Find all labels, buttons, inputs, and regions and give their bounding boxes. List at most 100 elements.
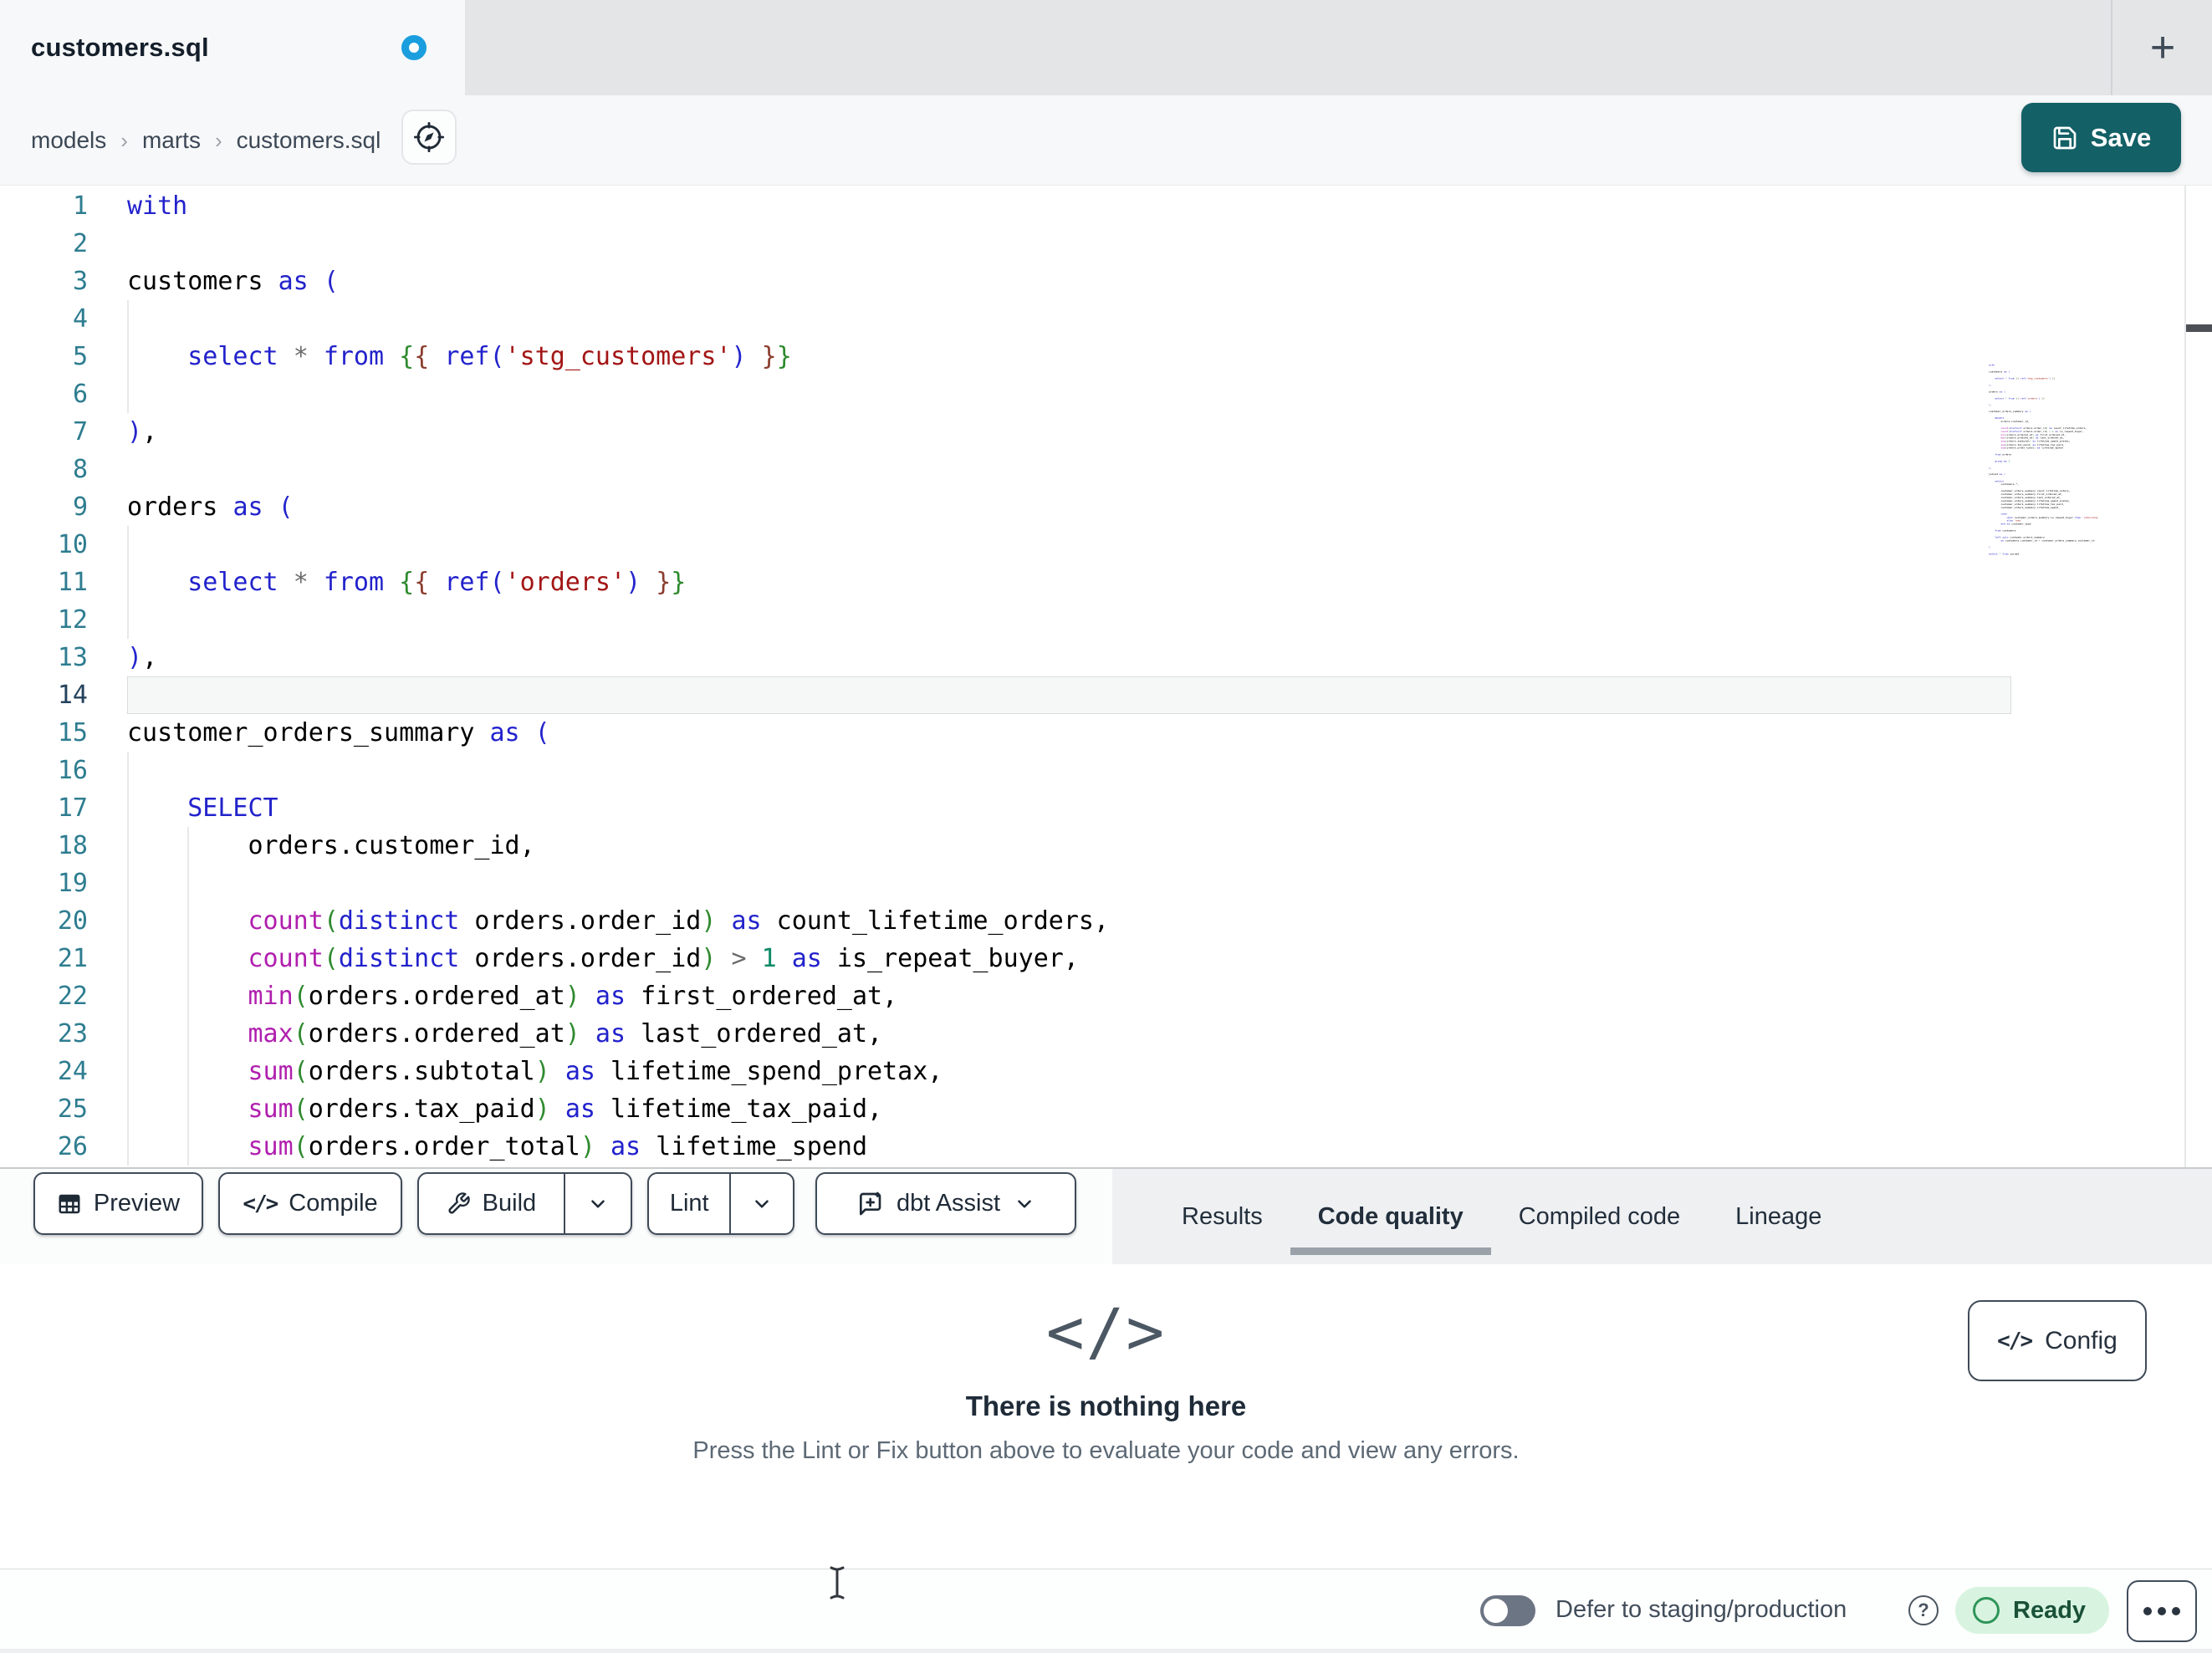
text-cursor-pointer	[830, 1566, 845, 1599]
tab-results[interactable]: Results	[1154, 1169, 1290, 1264]
code-line: select * from joined	[1989, 552, 2020, 556]
code-line: max(orders.ordered_at) as last_ordered_a…	[248, 1019, 883, 1048]
code-line: sum(orders.order_total) as lifetime_spen…	[248, 1132, 868, 1161]
empty-state-subtitle: Press the Lint or Fix button above to ev…	[692, 1437, 1520, 1464]
build-dropdown-button[interactable]	[563, 1174, 631, 1233]
line-number: 5	[72, 342, 88, 371]
code-line: sum(orders.tax_paid) as lifetime_tax_pai…	[248, 1094, 883, 1124]
config-button[interactable]: </> Config	[1968, 1300, 2147, 1381]
lint-split-button: Lint	[647, 1172, 794, 1235]
new-tab-button[interactable]: +	[2125, 0, 2200, 95]
line-number: 18	[57, 831, 88, 860]
code-line: min(orders.ordered_at) as first_ordered_…	[248, 982, 898, 1011]
more-options-button[interactable]	[2127, 1580, 2197, 1642]
tab-bar: customers.sql +	[0, 0, 2212, 95]
compass-icon	[413, 121, 445, 153]
line-number: 20	[57, 906, 88, 936]
code-line: select * from {{ ref('stg_customers') }}	[187, 342, 792, 371]
dbt-assist-button[interactable]: dbt Assist	[815, 1172, 1076, 1235]
ready-status-badge: Ready	[1955, 1587, 2109, 1634]
table-icon	[59, 1194, 80, 1213]
lint-dropdown-button[interactable]	[729, 1174, 793, 1233]
line-number: 15	[57, 718, 88, 747]
line-number: 10	[57, 530, 88, 559]
ellipsis-icon	[2143, 1607, 2152, 1615]
line-number: 21	[57, 944, 88, 973]
tab-customers-sql[interactable]: customers.sql	[0, 0, 465, 95]
save-icon	[2053, 126, 2077, 149]
dbt-assist-label: dbt Assist	[896, 1190, 1001, 1217]
breadcrumb-item-models[interactable]: models	[31, 127, 106, 154]
code-line: ),	[127, 643, 158, 672]
empty-state: </> There is nothing here Press the Lint…	[0, 1264, 2212, 1465]
toggle-knob	[1484, 1599, 1508, 1623]
code-line: SELECT	[187, 793, 278, 823]
line-number: 26	[57, 1132, 88, 1161]
minimap[interactable]: with customers as ( select * from {{ ref…	[1989, 364, 2144, 563]
ready-status-icon	[1973, 1597, 2000, 1624]
line-number: 14	[57, 681, 88, 710]
line-number: 8	[72, 455, 88, 484]
code-editor[interactable]: 1 2 3 4 5 6 7 8 9 10 11 12 13 14 15 16 17 18 19 20 21 22 23 24 2…	[0, 186, 2184, 1167]
code-line: customers as (	[127, 267, 339, 296]
unsaved-changes-dot-icon	[401, 35, 427, 60]
status-bar: Defer to staging/production ? Ready	[0, 1569, 2212, 1653]
help-icon[interactable]: ?	[1908, 1595, 1939, 1625]
build-split-button: Build	[417, 1172, 632, 1235]
dbt-ide-window: { "colors": { "accent_teal": "#136066", …	[0, 0, 2212, 1653]
empty-state-title: There is nothing here	[965, 1390, 1247, 1421]
save-button[interactable]: Save	[2021, 103, 2181, 172]
tab-compiled-code[interactable]: Compiled code	[1491, 1169, 1708, 1264]
panel-toolbar: Preview </> Compile Build Lint dbt Assis…	[0, 1167, 2212, 1264]
lint-button[interactable]: Lint	[649, 1174, 729, 1233]
line-number: 9	[72, 492, 88, 522]
build-button[interactable]: Build	[419, 1174, 564, 1233]
preview-label: Preview	[93, 1190, 181, 1217]
breadcrumb-item-marts[interactable]: marts	[142, 127, 201, 154]
line-number: 11	[57, 568, 88, 597]
chevron-down-icon	[755, 1199, 769, 1208]
panel-body: </> There is nothing here Press the Lint…	[0, 1264, 2212, 1569]
tab-lineage[interactable]: Lineage	[1708, 1169, 1849, 1264]
build-label: Build	[482, 1190, 537, 1217]
code-line: with	[127, 191, 188, 221]
defer-label: Defer to staging/production	[1556, 1595, 1847, 1623]
code-line: select * from {{ ref('orders') }}	[187, 568, 687, 597]
scrollbar-thumb[interactable]	[2186, 324, 2212, 332]
breadcrumb-bar: models › marts › customers.sql Save	[0, 95, 2212, 186]
compile-label: Compile	[289, 1190, 378, 1217]
save-label: Save	[2090, 122, 2152, 152]
code-line: count(distinct orders.order_id) > 1 as i…	[248, 944, 1079, 973]
code-line: count(distinct orders.order_id) as count…	[248, 906, 1110, 936]
lint-label: Lint	[669, 1190, 709, 1217]
overview-ruler	[2184, 186, 2186, 1167]
compile-button[interactable]: </> Compile	[218, 1172, 402, 1235]
tab-code-quality[interactable]: Code quality	[1290, 1169, 1491, 1264]
breadcrumb-item-file[interactable]: customers.sql	[237, 127, 381, 154]
line-number: 2	[72, 229, 88, 258]
file-navigate-button[interactable]	[401, 110, 457, 165]
line-number: 1	[72, 191, 88, 221]
code-text-area[interactable]: with customers as ( select * from {{ ref…	[127, 187, 1109, 1166]
line-number: 25	[57, 1094, 88, 1124]
chevron-down-icon	[1018, 1199, 1031, 1208]
line-number: 22	[57, 982, 88, 1011]
code-line: orders.customer_id,	[127, 831, 535, 860]
code-line: customer_orders_summary as (	[127, 718, 550, 747]
breadcrumb: models › marts › customers.sql	[31, 95, 381, 186]
tab-bar-divider	[2111, 0, 2112, 95]
defer-toggle[interactable]	[1480, 1595, 1535, 1626]
preview-button[interactable]: Preview	[33, 1172, 203, 1235]
plus-icon: +	[2149, 23, 2176, 72]
line-number: 23	[57, 1019, 88, 1048]
panel-tabs: Results Code quality Compiled code Linea…	[1154, 1169, 1849, 1264]
assist-chat-icon	[859, 1191, 881, 1215]
code-line: sum(orders.subtotal) as lifetime_spend_p…	[248, 1057, 943, 1086]
line-number: 3	[72, 267, 88, 296]
